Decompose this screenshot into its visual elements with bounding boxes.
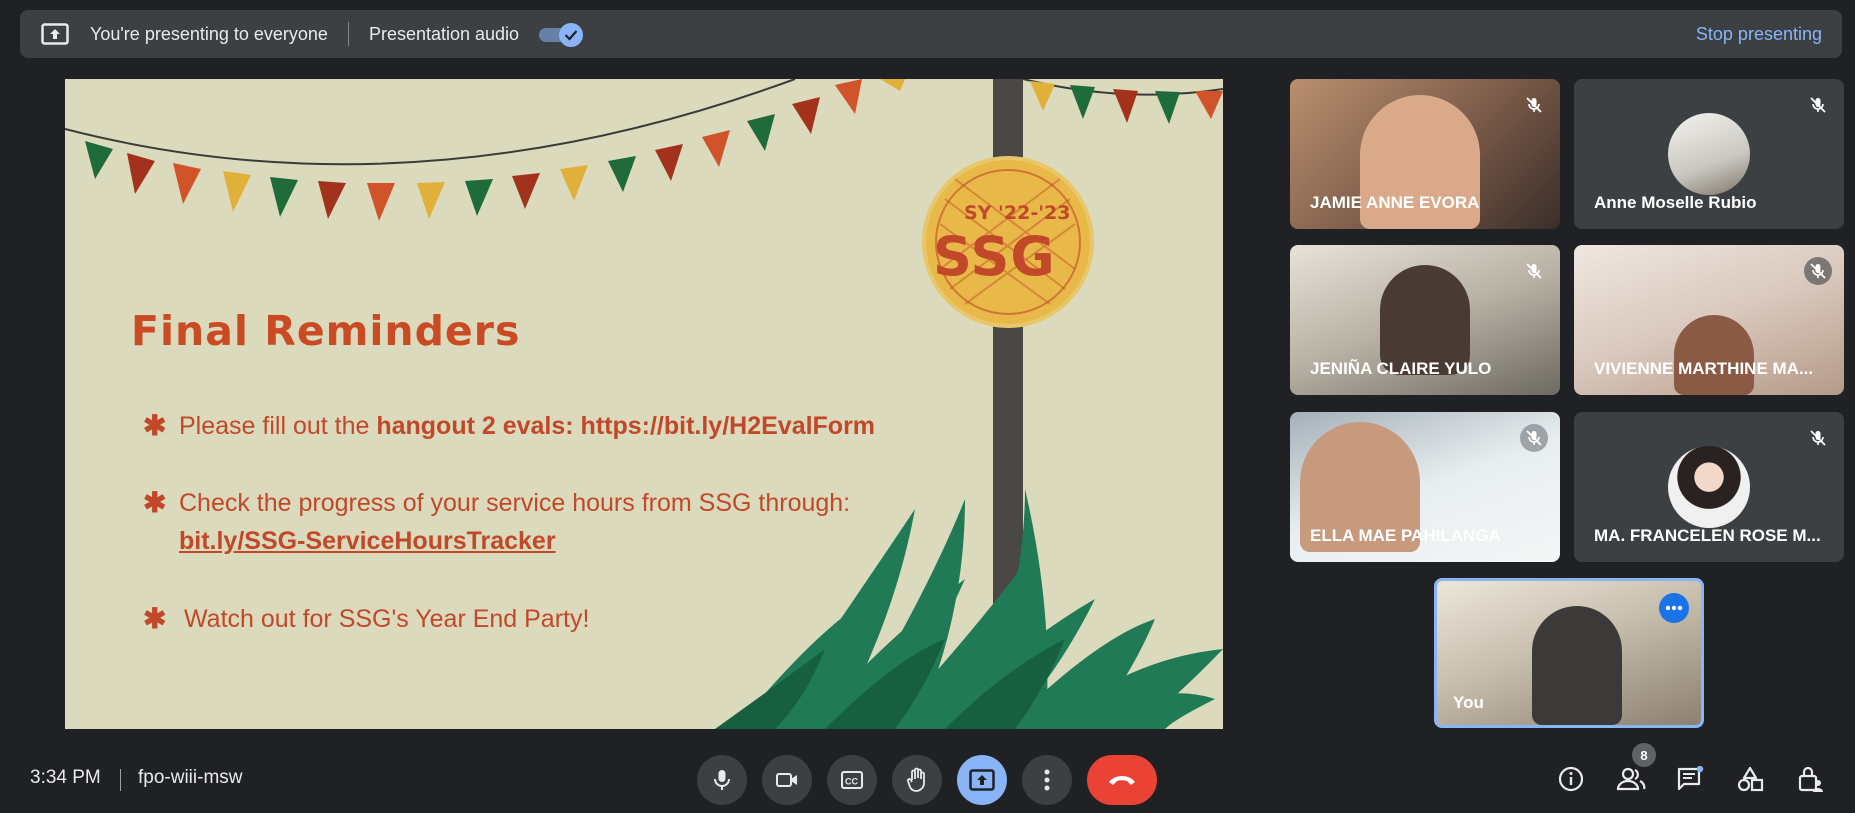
reminder-item-3: ✱ Watch out for SSG's Year End Party! [143,600,590,638]
presenting-status-text: You're presenting to everyone [90,23,328,44]
participant-name: Anne Moselle Rubio [1594,193,1757,212]
presenting-banner: You're presenting to everyone Presentati… [20,10,1842,58]
shapes-icon [1737,766,1764,792]
mic-off-icon [1520,257,1548,285]
mic-off-icon [1520,424,1548,452]
meeting-time: 3:34 PM [30,767,101,788]
activities-button[interactable] [1732,761,1768,797]
topbar-divider [347,22,349,46]
badge-year: SY '22-'23 [964,202,1071,224]
participant-tile[interactable]: ELLA MAE PAHILANGA [1290,412,1560,562]
leave-call-button[interactable] [1087,755,1157,805]
self-view-tile[interactable]: You [1434,578,1704,728]
hand-icon [907,767,925,792]
more-vert-icon [1044,769,1050,791]
badge-ssg-text: SSG [933,225,1056,288]
svg-text:CC: CC [845,777,858,787]
reminder-item-2: ✱ Check the progress of your service hou… [143,484,851,560]
stop-presenting-button[interactable]: Stop presenting [1696,24,1822,45]
participant-count-badge: 8 [1632,743,1656,767]
camera-icon [776,773,797,787]
mic-off-icon [1804,424,1832,452]
host-controls-button[interactable] [1792,761,1828,797]
microphone-icon [714,770,730,790]
participant-name: ELLA MAE PAHILANGA [1310,526,1501,545]
participant-tile[interactable]: JENIÑA CLAIRE YULO [1290,245,1560,395]
presentation-audio-toggle[interactable] [539,23,585,47]
asterisk-bullet-icon: ✱ [143,603,167,634]
raise-hand-button[interactable] [892,755,942,805]
avatar [1668,113,1750,195]
chat-button[interactable] [1672,761,1708,797]
avatar [1668,446,1750,528]
participant-tile[interactable]: VIVIENNE MARTHINE MA... [1574,245,1844,395]
reminder-1-text: Please fill out the [179,412,377,440]
meeting-code: fpo-wiii-msw [138,767,243,788]
present-screen-icon [40,22,70,46]
captions-button[interactable]: CC [827,755,877,805]
present-now-button[interactable] [957,755,1007,805]
lock-person-icon [1798,766,1823,792]
meeting-details-button[interactable] [1553,761,1589,797]
participant-name: JAMIE ANNE EVORA [1310,193,1480,212]
captions-icon: CC [841,771,863,789]
microphone-button[interactable] [697,755,747,805]
eval-form-link[interactable]: hangout 2 evals: https://bit.ly/H2EvalFo… [376,412,875,440]
check-icon [559,23,584,47]
reminder-item-1: ✱ Please fill out the hangout 2 evals: h… [143,407,875,445]
mic-off-icon [1520,91,1548,119]
meeting-controls-bar: 3:34 PM fpo-wiii-msw CC [0,745,1855,813]
reminder-2-text: Check the progress of your service hours… [179,489,851,517]
mic-off-icon [1804,91,1832,119]
participant-name: You [1453,693,1484,712]
participant-name: JENIÑA CLAIRE YULO [1310,359,1492,378]
presented-slide: SY '22-'23 SSG Final Reminders ✱ Please … [65,79,1223,729]
more-options-icon[interactable] [1659,593,1689,623]
slide-title: Final Reminders [131,307,521,355]
asterisk-bullet-icon: ✱ [143,410,167,441]
hang-up-icon [1109,776,1135,785]
chat-icon [1677,766,1704,791]
bottom-divider [120,769,121,791]
asterisk-bullet-icon: ✱ [143,487,167,518]
mic-off-icon [1804,257,1832,285]
participant-tile[interactable]: Anne Moselle Rubio [1574,79,1844,229]
participant-video [1532,606,1622,725]
participant-tile[interactable]: JAMIE ANNE EVORA [1290,79,1560,229]
participant-video [1674,315,1754,395]
presentation-audio-label: Presentation audio [368,23,520,44]
camera-button[interactable] [762,755,812,805]
participant-name: VIVIENNE MARTHINE MA... [1594,359,1814,378]
people-icon [1616,767,1646,791]
participant-name: MA. FRANCELEN ROSE M... [1594,526,1821,545]
info-icon [1558,766,1584,792]
reminder-3-text: Watch out for SSG's Year End Party! [184,605,590,633]
more-options-button[interactable] [1022,755,1072,805]
participant-tile[interactable]: MA. FRANCELEN ROSE M... [1574,412,1844,562]
service-hours-tracker-link[interactable]: bit.ly/SSG-ServiceHoursTracker [179,527,556,555]
present-screen-icon [969,769,995,791]
